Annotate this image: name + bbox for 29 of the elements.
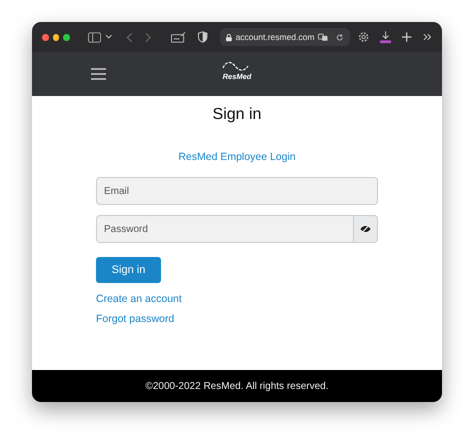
show-password-button[interactable]: [354, 215, 378, 243]
reload-icon[interactable]: [336, 32, 344, 42]
forward-icon[interactable]: [144, 32, 152, 42]
url-text: account.resmed.com: [236, 32, 314, 42]
address-bar[interactable]: account.resmed.com: [220, 28, 350, 46]
keyboard-icon[interactable]: [171, 32, 186, 42]
more-icon[interactable]: [422, 33, 432, 41]
back-icon[interactable]: [126, 32, 133, 42]
sidebar-icon[interactable]: [88, 32, 101, 42]
copyright-text: ©2000-2022 ResMed. All rights reserved.: [145, 380, 329, 392]
shield-icon[interactable]: [198, 31, 208, 43]
page-title: Sign in: [212, 106, 262, 124]
settings-icon[interactable]: [358, 31, 370, 43]
link[interactable]: Create an account: [96, 293, 182, 305]
email-field[interactable]: Email: [96, 177, 378, 205]
chevron-down-icon[interactable]: [104, 34, 112, 40]
translate-icon[interactable]: [318, 32, 328, 42]
maximize-icon[interactable]: [63, 34, 70, 40]
sign-in-button[interactable]: Sign in: [96, 257, 161, 283]
eye-slash-icon: [360, 225, 371, 233]
link[interactable]: Forgot password: [96, 313, 174, 325]
new-tab-icon[interactable]: [402, 32, 412, 42]
menu-icon[interactable]: [91, 68, 106, 80]
password-field[interactable]: Password: [96, 215, 354, 243]
minimize-icon[interactable]: [52, 34, 60, 40]
employee-login-link[interactable]: ResMed Employee Login: [178, 151, 296, 163]
close-icon[interactable]: [42, 34, 49, 40]
download-icon[interactable]: [380, 30, 392, 44]
lock-icon: [226, 32, 232, 42]
